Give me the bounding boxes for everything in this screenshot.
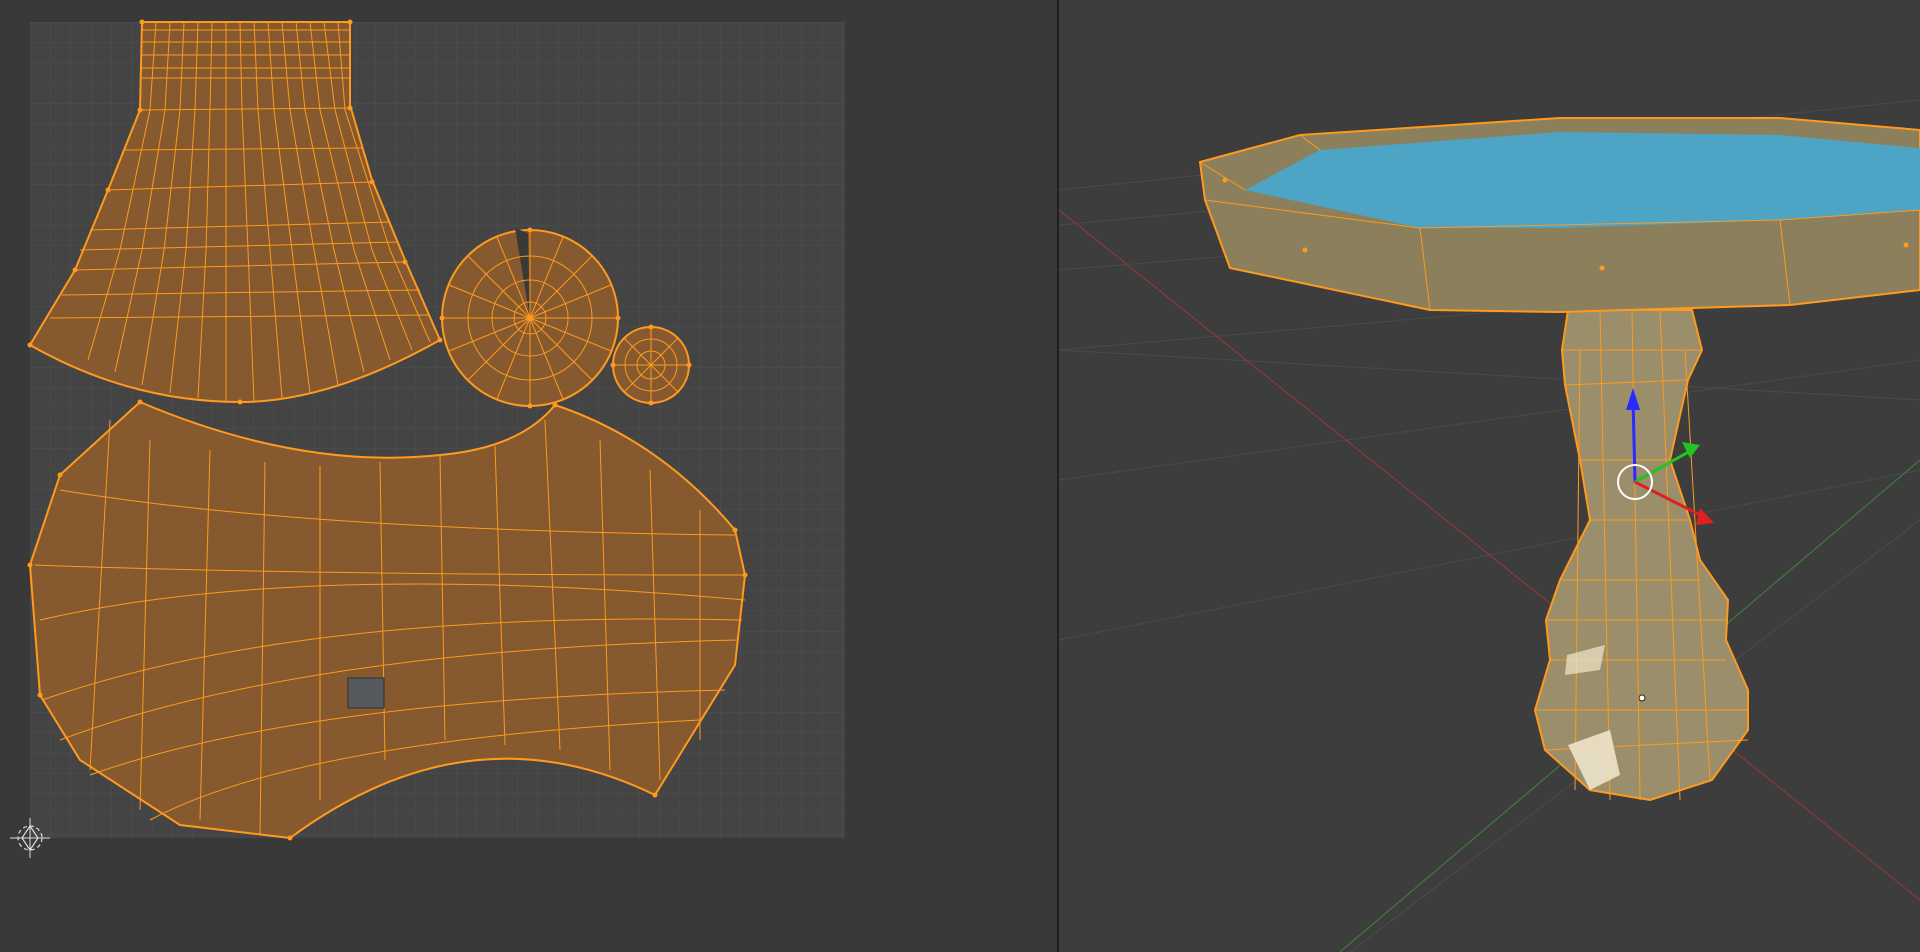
uv-canvas[interactable] bbox=[0, 0, 1057, 952]
uv-selected-face[interactable] bbox=[347, 677, 385, 709]
uv-island-curved-band[interactable] bbox=[28, 400, 747, 840]
uv-editor[interactable] bbox=[0, 0, 1057, 952]
pedestal-mesh[interactable] bbox=[1533, 309, 1749, 802]
workspace bbox=[0, 0, 1920, 952]
viewport-canvas[interactable] bbox=[1059, 0, 1920, 952]
basin-mesh[interactable] bbox=[1198, 117, 1920, 314]
x-axis-line bbox=[1059, 209, 1920, 901]
uv-island-disc-large[interactable] bbox=[441, 228, 619, 407]
3d-cursor-icon bbox=[1638, 694, 1646, 702]
uv-island-disc-small[interactable] bbox=[612, 326, 690, 404]
3d-viewport[interactable] bbox=[1059, 0, 1920, 952]
